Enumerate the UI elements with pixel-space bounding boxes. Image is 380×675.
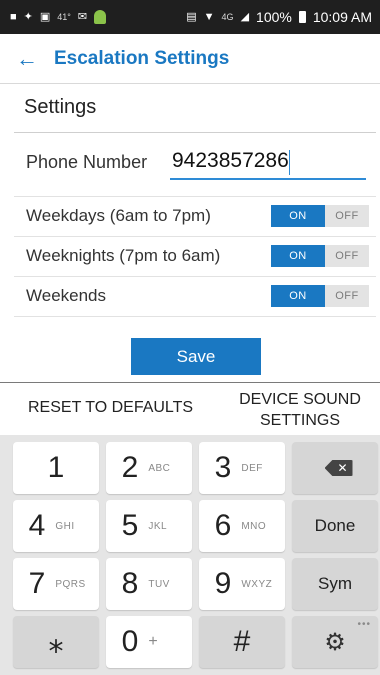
page-title: Escalation Settings (54, 47, 230, 69)
row-divider (14, 276, 376, 277)
key-hash[interactable]: # (199, 616, 285, 668)
weekdays-toggle-off[interactable]: OFF (325, 205, 369, 227)
gear-icon: ⚙ (324, 628, 346, 656)
mail-icon: ✉ (77, 10, 88, 23)
row-divider (14, 316, 376, 317)
more-options-icon: ••• (357, 619, 371, 630)
key-digit: 1 (47, 451, 65, 484)
key-1[interactable]: 1 (13, 442, 99, 494)
key-letters: TUV (148, 578, 170, 590)
key-digit: 2 (121, 451, 139, 484)
reset-to-defaults-button[interactable]: RESET TO DEFAULTS (28, 399, 193, 417)
key-4[interactable]: 4 GHI (13, 500, 99, 552)
nfc-icon: ▤ (186, 10, 197, 23)
key-8[interactable]: 8 TUV (106, 558, 192, 610)
key-digit: 5 (121, 509, 139, 542)
phone-number-input[interactable] (170, 146, 366, 180)
weeknights-toggle[interactable]: ON OFF (271, 245, 369, 267)
save-button[interactable]: Save (131, 338, 261, 375)
weekends-toggle[interactable]: ON OFF (271, 285, 369, 307)
video-icon: ■ (10, 10, 17, 23)
key-9[interactable]: 9 WXYZ (199, 558, 285, 610)
app-bar: ← Escalation Settings (0, 34, 380, 84)
status-bar: ■ ✦ ▣ 41° ✉ ▤ ▼ 4G ◢ 100% 10:09 AM (0, 0, 380, 34)
section-divider (14, 132, 376, 133)
key-digit: # (233, 625, 251, 658)
wifi-icon: ▼ (203, 10, 215, 23)
clock: 10:09 AM (312, 9, 372, 25)
keyboard-settings-key[interactable]: ⚙ ••• (292, 616, 378, 668)
key-3[interactable]: 3 DEF (199, 442, 285, 494)
backspace-key[interactable]: ✕ (292, 442, 378, 494)
key-asterisk[interactable]: ⁎ (13, 616, 99, 668)
backspace-icon: ✕ (324, 460, 353, 476)
key-digit: 4 (28, 509, 46, 542)
key-letters: GHI (55, 520, 75, 532)
weekends-toggle-on[interactable]: ON (271, 285, 325, 307)
phone-number-label: Phone Number (26, 152, 148, 172)
android-icon (94, 10, 107, 24)
sym-key[interactable]: Sym (292, 558, 378, 610)
weeknights-toggle-off[interactable]: OFF (325, 245, 369, 267)
weekdays-toggle[interactable]: ON OFF (271, 205, 369, 227)
status-bar-left: ■ ✦ ▣ 41° ✉ (10, 10, 107, 24)
key-letters: WXYZ (241, 578, 273, 590)
weeknights-label: Weeknights (7pm to 6am) (26, 246, 221, 265)
key-digit: 0 (121, 625, 139, 658)
battery-icon (298, 11, 306, 23)
battery-percent: 100% (256, 9, 292, 25)
row-divider (14, 196, 376, 197)
key-7[interactable]: 7 PQRS (13, 558, 99, 610)
key-6[interactable]: 6 MNO (199, 500, 285, 552)
key-digit: 8 (121, 567, 139, 600)
temperature: 41° (57, 12, 71, 22)
section-title: Settings (24, 96, 97, 118)
key-letters: ABC (148, 462, 171, 474)
key-letters: JKL (148, 520, 168, 532)
key-digit: 9 (214, 567, 232, 600)
weekends-toggle-off[interactable]: OFF (325, 285, 369, 307)
done-label: Done (314, 516, 356, 535)
key-letters: MNO (241, 520, 267, 532)
key-letters: + (148, 633, 159, 650)
key-digit: 3 (214, 451, 232, 484)
key-5[interactable]: 5 JKL (106, 500, 192, 552)
device-sound-settings-button[interactable]: DEVICE SOUND SETTINGS (226, 389, 374, 431)
weeknights-toggle-on[interactable]: ON (271, 245, 325, 267)
numeric-keypad: 1 2 ABC 3 DEF ✕ 4 GHI 5 JKL 6 MNO Done 7… (0, 435, 380, 675)
key-letters: DEF (241, 462, 263, 474)
status-bar-right: ▤ ▼ 4G ◢ 100% 10:09 AM (186, 9, 372, 25)
weekdays-label: Weekdays (6am to 7pm) (26, 206, 211, 225)
twitter-icon: ✦ (23, 10, 33, 23)
screen: ■ ✦ ▣ 41° ✉ ▤ ▼ 4G ◢ 100% 10:09 AM ← Esc… (0, 0, 380, 675)
signal-icon: ◢ (240, 10, 250, 23)
weekends-label: Weekends (26, 286, 107, 305)
row-divider (14, 236, 376, 237)
actions-divider (0, 382, 380, 383)
key-digit: 6 (214, 509, 232, 542)
key-2[interactable]: 2 ABC (106, 442, 192, 494)
key-0[interactable]: 0 + (106, 616, 192, 668)
sym-label: Sym (318, 574, 352, 593)
done-key[interactable]: Done (292, 500, 378, 552)
text-caret (289, 150, 290, 175)
key-letters: PQRS (55, 578, 86, 590)
back-arrow-icon[interactable]: ← (16, 47, 42, 70)
network-type: 4G (221, 12, 234, 22)
gallery-icon: ▣ (39, 10, 51, 23)
key-digit: 7 (28, 567, 46, 600)
key-digit: ⁎ (48, 625, 64, 659)
weekdays-toggle-on[interactable]: ON (271, 205, 325, 227)
